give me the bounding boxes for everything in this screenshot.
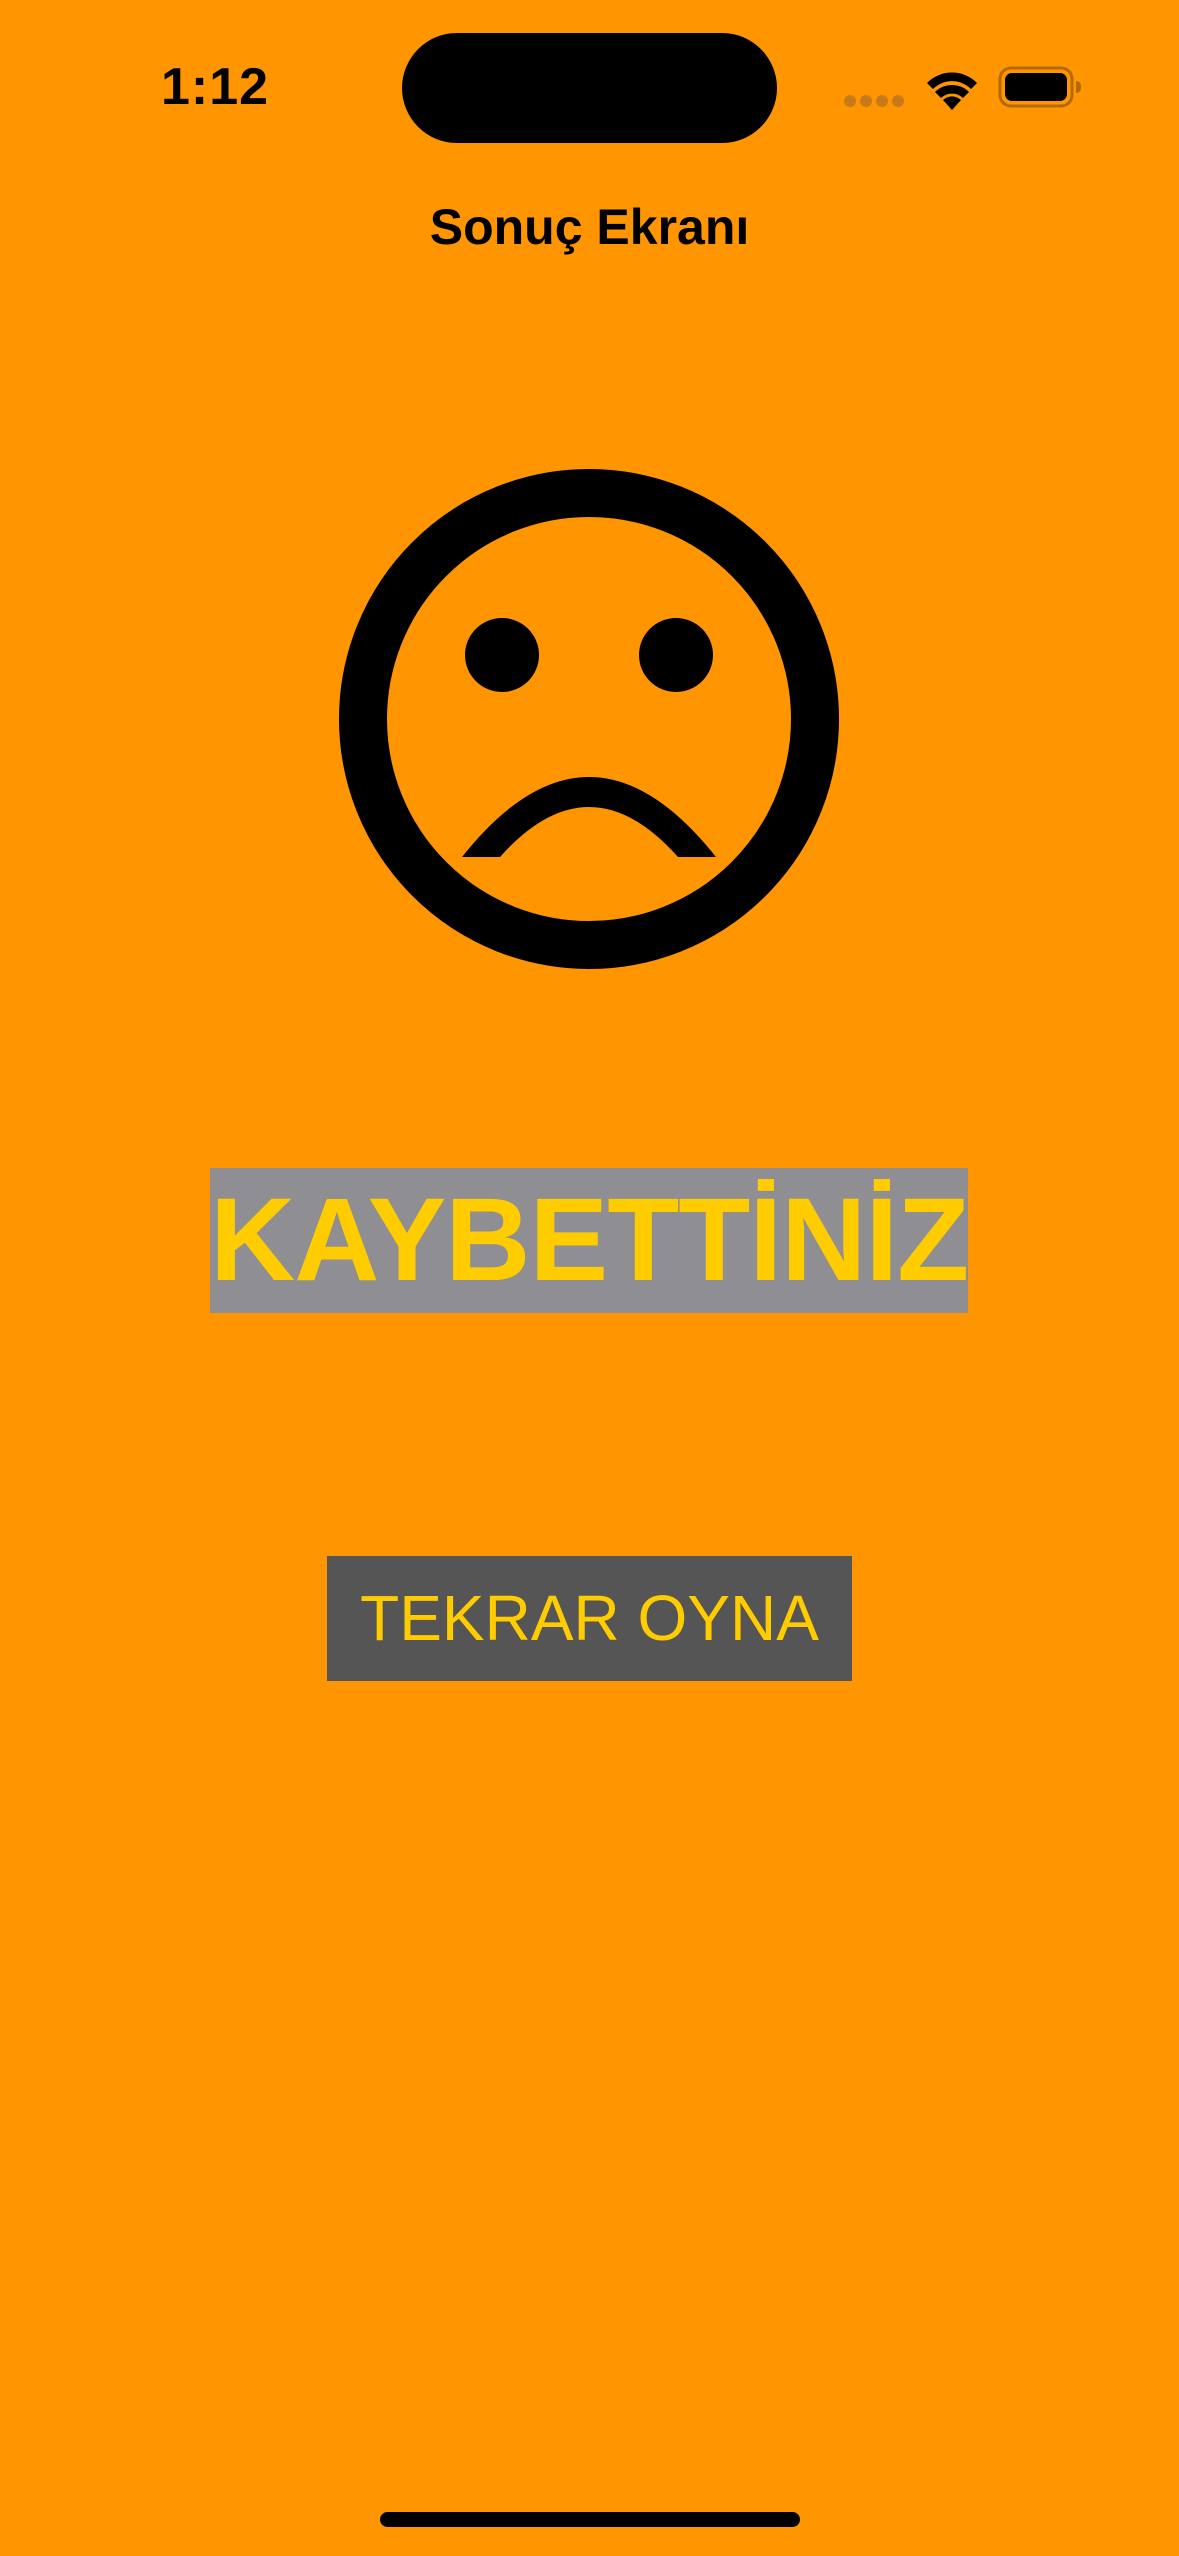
play-again-button[interactable]: TEKRAR OYNA <box>327 1556 852 1681</box>
page-title: Sonuç Ekranı <box>429 199 750 255</box>
sad-face-icon <box>339 469 839 969</box>
battery-icon <box>998 66 1081 108</box>
result-label: KAYBETTİNİZ <box>210 1168 968 1313</box>
dynamic-island <box>402 33 777 143</box>
home-indicator[interactable] <box>380 2512 800 2527</box>
wifi-icon <box>927 72 977 110</box>
result-screen: 1:12 Sonuç Ekranı KAYBETTİNİZ TEKRAR OYN… <box>0 0 1179 2556</box>
status-time: 1:12 <box>160 58 270 116</box>
cellular-signal-icon <box>844 95 904 107</box>
